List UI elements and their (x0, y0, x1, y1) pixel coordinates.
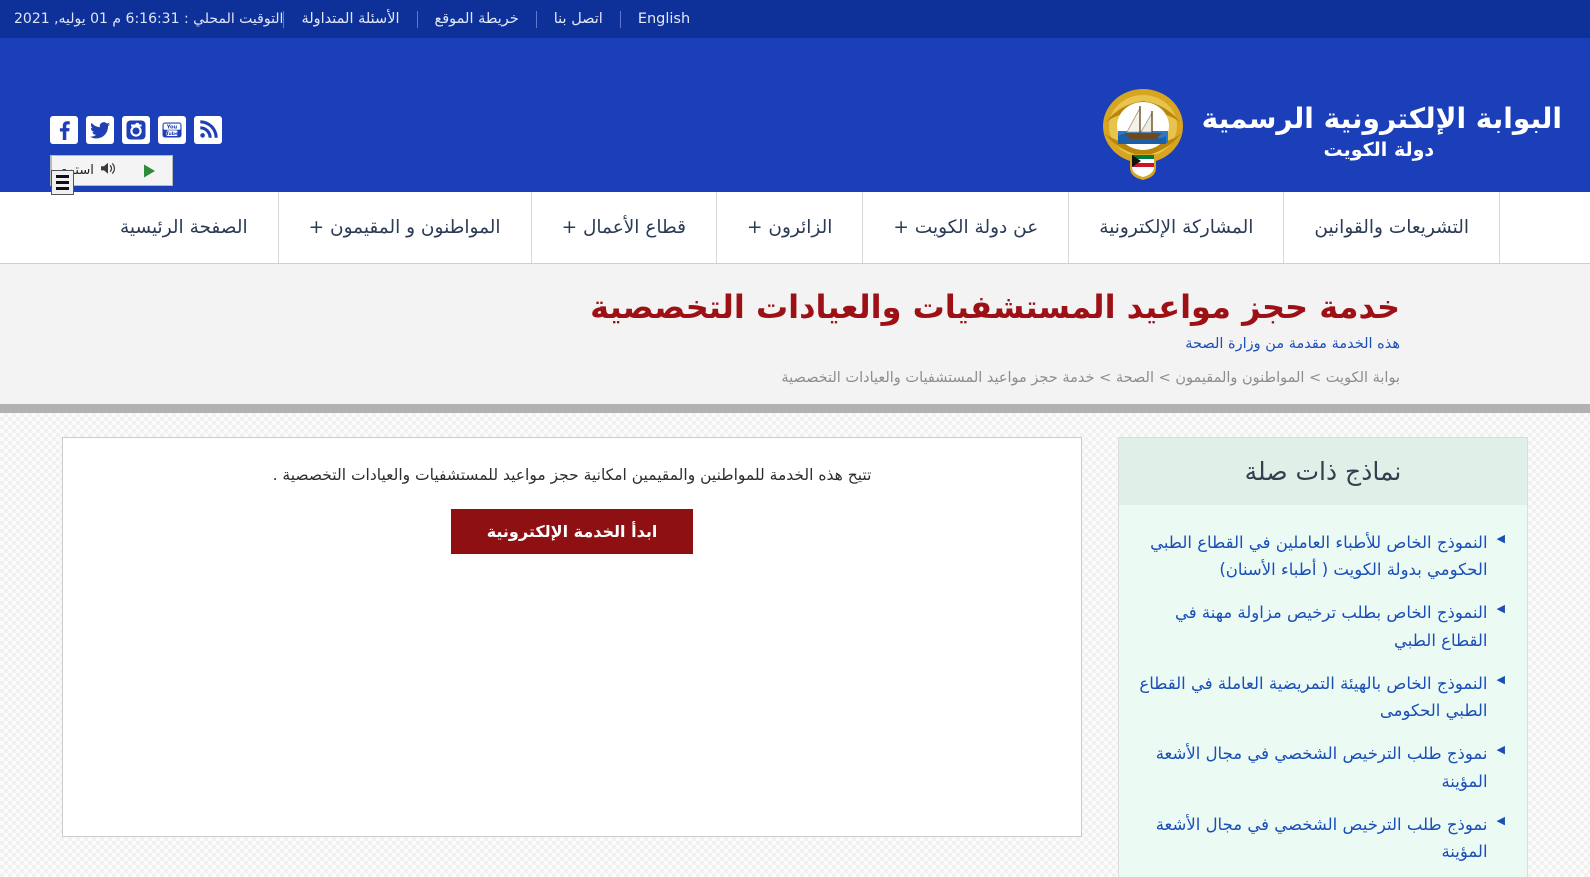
rss-icon[interactable] (194, 116, 222, 144)
bullet-icon: ◀ (1496, 813, 1505, 827)
site-header: البوابة الإلكترونية الرسمية دولة الكويت (0, 38, 1590, 195)
social-links: You Tube (50, 116, 222, 144)
topbar-links: الأسئلة المتداولة خريطة الموقع اتصل بنا … (283, 0, 725, 38)
related-form-link[interactable]: نموذج طلب الترخيص الشخصي في مجال الأشعة … (1129, 740, 1488, 794)
page-provider-note: هذه الخدمة مقدمة من وزارة الصحة (1185, 336, 1400, 352)
page-title: خدمة حجز مواعيد المستشفيات والعيادات الت… (590, 288, 1400, 326)
related-form-link[interactable]: النموذج الخاص للأطباء العاملين في القطاع… (1129, 529, 1487, 583)
related-forms-panel: نماذج ذات صلة ◀ النموذج الخاص للأطباء ال… (1118, 437, 1528, 877)
youtube-icon[interactable]: You Tube (158, 116, 186, 144)
list-item[interactable]: ◀ نموذج طلب الترخيص الشخصي في مجال الأشع… (1125, 732, 1517, 802)
related-form-link[interactable]: النموذج الخاص بطلب ترخيص مزاولة مهنة في … (1129, 599, 1488, 653)
divider (416, 10, 418, 28)
svg-text:Tube: Tube (166, 131, 178, 137)
play-icon (143, 164, 155, 177)
topbar-link-faq[interactable]: الأسئلة المتداولة (284, 0, 416, 38)
list-item[interactable]: ◀ نموذج طلب الترخيص الشخصي في مجال الأشع… (1125, 803, 1517, 873)
divider (535, 10, 537, 28)
service-description: تتيح هذه الخدمة للمواطنين والمقيمين امكا… (272, 466, 872, 484)
topbar-link-contact-us[interactable]: اتصل بنا (537, 0, 620, 38)
bullet-icon: ◀ (1496, 602, 1505, 616)
start-service-button[interactable]: ابدأ الخدمة الإلكترونية (450, 509, 694, 555)
accessibility-menu-icon[interactable] (51, 170, 74, 195)
nav-item-citizens-residents[interactable]: المواطنون و المقيمون + (277, 192, 531, 263)
listen-widget[interactable]: استمع (50, 155, 173, 195)
list-item[interactable]: ◀ النموذج الخاص بالهيئة التمريضية العامل… (1125, 662, 1517, 732)
svg-text:You: You (166, 125, 178, 131)
brand-text: البوابة الإلكترونية الرسمية دولة الكويت (1202, 101, 1562, 165)
bullet-icon: ◀ (1496, 532, 1505, 545)
nav-item-business-sector[interactable]: قطاع الأعمال + (530, 192, 716, 263)
related-form-link[interactable]: النموذج الخاص بالهيئة التمريضية العاملة … (1129, 670, 1487, 724)
brand-subtitle: دولة الكويت (1323, 139, 1435, 162)
play-button[interactable] (126, 156, 172, 185)
top-utility-bar: الأسئلة المتداولة خريطة الموقع اتصل بنا … (0, 0, 1590, 38)
page-title-band: خدمة حجز مواعيد المستشفيات والعيادات الت… (0, 264, 1590, 413)
related-forms-title: نماذج ذات صلة (1119, 438, 1527, 505)
breadcrumb[interactable]: بوابة الكويت > المواطنون والمقيمون > الص… (0, 370, 1590, 386)
instagram-icon[interactable] (122, 116, 150, 144)
divider (619, 10, 621, 28)
brand-title: البوابة الإلكترونية الرسمية (1201, 102, 1562, 136)
related-form-link[interactable]: نموذج طلب الترخيص الشخصي في مجال الأشعة … (1129, 811, 1488, 865)
service-card: تتيح هذه الخدمة للمواطنين والمقيمين امكا… (62, 437, 1082, 837)
main-navigation: التشريعات والقوانين المشاركة الإلكترونية… (0, 192, 1590, 264)
kuwait-state-emblem-icon (1100, 86, 1186, 180)
topbar-link-sitemap[interactable]: خريطة الموقع (418, 0, 536, 38)
nav-item-about-kuwait[interactable]: عن دولة الكويت + (862, 192, 1068, 263)
nav-item-visitors[interactable]: الزائرون + (716, 192, 862, 263)
divider (283, 10, 285, 28)
facebook-icon[interactable] (50, 116, 78, 144)
list-item[interactable]: ◀ النموذج الخاص بطلب ترخيص مزاولة مهنة ف… (1125, 591, 1517, 661)
bullet-icon: ◀ (1496, 672, 1505, 686)
nav-item-home[interactable]: الصفحة الرئيسية (90, 192, 278, 263)
site-brand[interactable]: البوابة الإلكترونية الرسمية دولة الكويت (1100, 86, 1562, 180)
nav-item-legislation-laws[interactable]: التشريعات والقوانين (1283, 192, 1501, 263)
related-forms-list: ◀ النموذج الخاص للأطباء العاملين في القط… (1119, 505, 1527, 877)
twitter-icon[interactable] (86, 116, 114, 144)
nav-item-e-participation[interactable]: المشاركة الإلكترونية (1068, 192, 1283, 263)
list-item[interactable]: ◀ النموذج الخاص للأطباء العاملين في القط… (1125, 521, 1517, 591)
content-area: نماذج ذات صلة ◀ النموذج الخاص للأطباء ال… (0, 413, 1590, 877)
speaker-icon (99, 161, 117, 180)
topbar-link-english[interactable]: English (621, 0, 707, 38)
bullet-icon: ◀ (1496, 743, 1505, 757)
local-time-label: التوقيت المحلي : 6:16:31 م 01 يوليه, 202… (14, 11, 284, 27)
